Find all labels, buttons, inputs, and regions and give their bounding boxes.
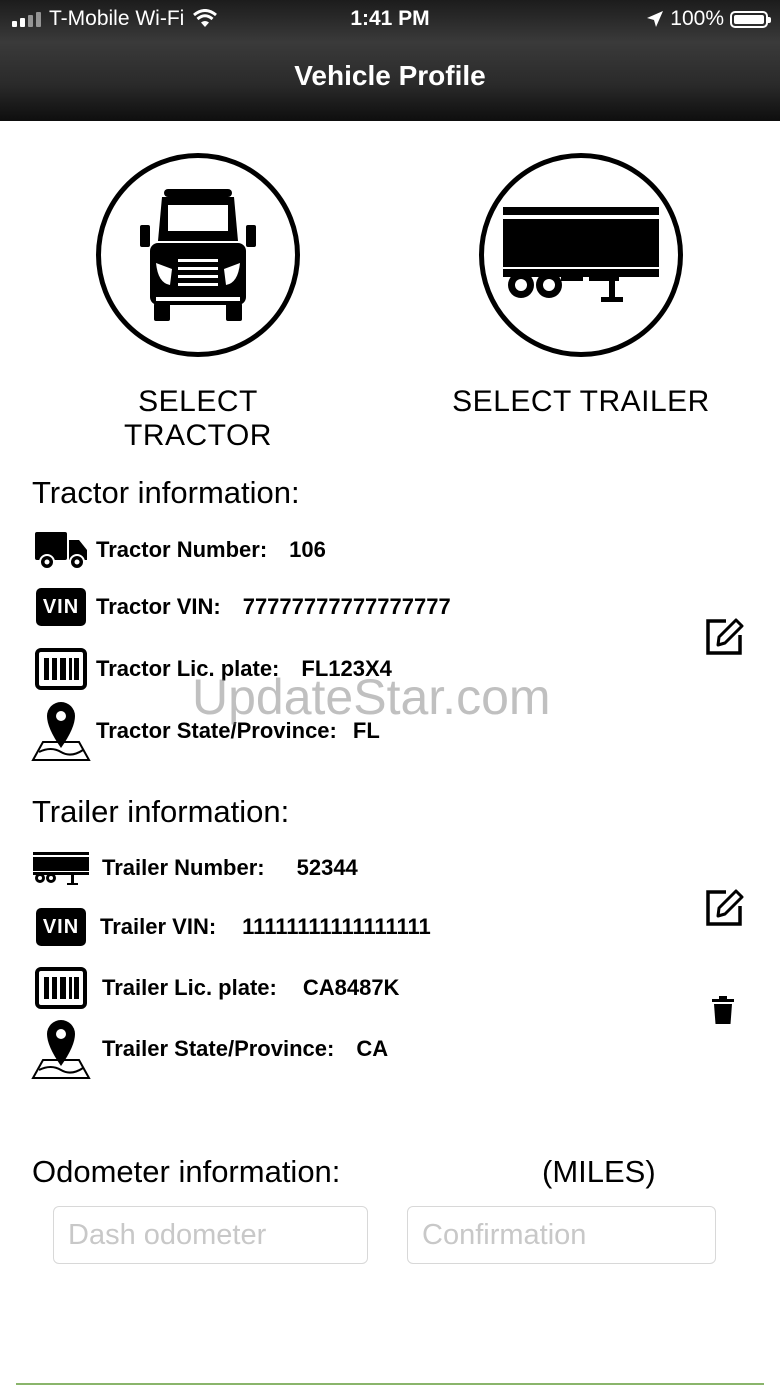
app-header: T-Mobile Wi-Fi 1:41 PM 100% Vehicle Prof… <box>0 0 780 121</box>
edit-tractor-icon[interactable] <box>704 617 744 657</box>
odometer-section-title: Odometer information: <box>32 1154 341 1189</box>
trailer-number-value: 52344 <box>296 855 358 880</box>
trailer-vin-value: 11111111111111111 <box>242 914 431 939</box>
trailer-number-row: Trailer Number: 52344 <box>30 850 358 886</box>
bottom-divider <box>16 1383 764 1385</box>
trailer-small-icon <box>30 850 92 886</box>
trailer-vin-row: VIN Trailer VIN: 11111111111111111 <box>30 908 431 946</box>
trailer-vin-label: Trailer VIN: <box>100 914 217 939</box>
trailer-circle[interactable] <box>479 153 683 357</box>
page-title: Vehicle Profile <box>294 60 486 91</box>
trailer-plate-label: Trailer Lic. plate: <box>102 975 277 1000</box>
truck-front-icon <box>140 189 256 321</box>
vin-icon: VIN <box>36 908 86 946</box>
status-bar: T-Mobile Wi-Fi 1:41 PM 100% <box>0 0 780 40</box>
tractor-number-label: Tractor Number: <box>96 537 268 562</box>
select-tractor-label[interactable]: SELECT TRACTOR <box>68 385 328 453</box>
delete-trailer-icon[interactable] <box>712 996 734 1024</box>
location-arrow-icon <box>647 11 664 27</box>
trailer-section-title: Trailer information: <box>32 794 290 829</box>
truck-icon <box>30 530 92 570</box>
tractor-vin-value: 77777777777777777 <box>242 594 451 619</box>
tractor-number-row: Tractor Number: 106 <box>30 530 326 570</box>
edit-trailer-icon[interactable] <box>704 888 744 928</box>
select-trailer-button[interactable]: SELECT TRAILER <box>451 153 711 419</box>
tractor-number-value: 106 <box>289 537 326 562</box>
map-pin-icon <box>30 700 92 762</box>
license-plate-icon <box>30 967 92 1009</box>
select-tractor-button[interactable]: SELECT TRACTOR <box>68 153 328 453</box>
tractor-section-title: Tractor information: <box>32 475 300 510</box>
trailer-number-label: Trailer Number: <box>102 855 265 880</box>
trailer-plate-value: CA8487K <box>302 975 400 1000</box>
odometer-unit: (MILES) <box>542 1154 656 1189</box>
trailer-plate-row: Trailer Lic. plate: CA8487K <box>30 967 399 1009</box>
trailer-icon <box>503 207 659 302</box>
map-pin-icon <box>30 1018 92 1080</box>
trailer-state-label: Trailer State/Province: <box>102 1036 335 1061</box>
tractor-vin-label: Tractor VIN: <box>96 594 221 619</box>
license-plate-icon <box>30 648 92 690</box>
battery-percent: 100% <box>670 7 724 30</box>
watermark: UpdateStar.com <box>192 669 551 725</box>
odometer-confirmation-input[interactable] <box>407 1206 716 1264</box>
trailer-state-value: CA <box>356 1036 389 1061</box>
trailer-state-row: Trailer State/Province: CA <box>30 1018 388 1080</box>
select-trailer-label[interactable]: SELECT TRAILER <box>451 385 711 419</box>
battery-icon <box>730 10 771 28</box>
dash-odometer-input[interactable] <box>53 1206 368 1264</box>
tractor-vin-row: VIN Tractor VIN: 77777777777777777 <box>30 588 451 626</box>
vin-icon: VIN <box>36 588 86 626</box>
tractor-circle[interactable] <box>96 153 300 357</box>
